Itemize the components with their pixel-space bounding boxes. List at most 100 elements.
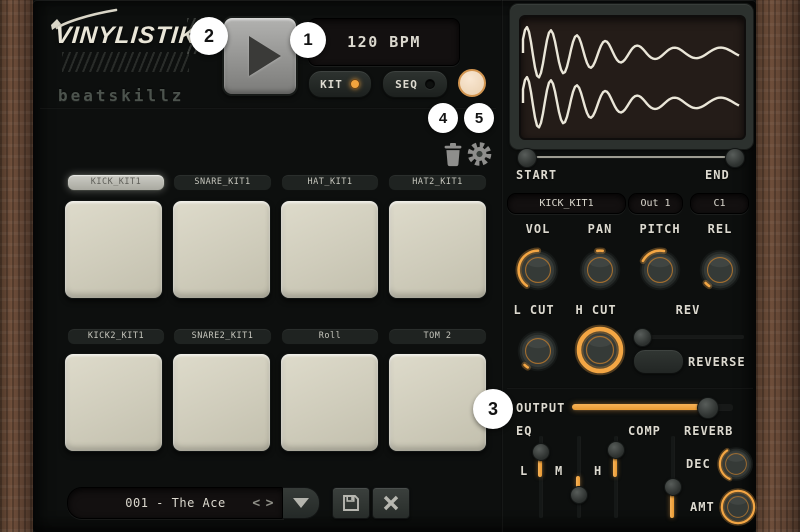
preset-name: 001 - The Ace [125,496,225,510]
pad-select-roll[interactable]: Roll [281,328,379,345]
rev-handle[interactable] [633,328,652,347]
hcut-knob[interactable] [574,324,626,380]
eq-high-label: H [594,464,602,478]
drum-pad-tom-2[interactable] [388,353,487,452]
comp-slider[interactable] [664,436,680,518]
start-label: START [516,168,557,182]
logo-hatch-under [62,52,189,72]
drum-pad-hat2-kit1[interactable] [388,200,487,299]
kit-tab-button[interactable]: KIT [308,70,372,98]
reverse-button[interactable] [633,349,684,374]
vinylistik-plugin-window: VINYLISTIK beatskillz 120 BPM KIT SEQ KI… [0,0,800,532]
wood-frame-right [756,0,800,532]
slider-thumb[interactable] [570,486,588,504]
delete-preset-button[interactable] [372,487,410,519]
waveform-left-channel [523,27,739,77]
pad-select-hat-kit1[interactable]: HAT_KIT1 [281,174,379,191]
rel-label: REL [690,222,750,236]
seq-tab-button[interactable]: SEQ [382,70,448,98]
output-fill [572,404,707,410]
eq-mid-label: M [555,464,563,478]
waveform-display [519,15,746,140]
logo-vinylistik: VINYLISTIK [54,22,198,50]
pan-label: PAN [570,222,630,236]
amt-label: AMT [690,500,715,514]
slider-thumb[interactable] [664,478,682,496]
vol-label: VOL [508,222,568,236]
kit-led [350,79,360,89]
drum-pad-hat-kit1[interactable] [280,200,379,299]
rev-slider[interactable] [633,327,746,345]
output-label: OUTPUT [516,401,565,415]
eq-mid-slider[interactable] [570,436,586,518]
preset-prev-arrow[interactable]: < [252,496,260,511]
drum-pad-snare2-kit1[interactable] [172,353,271,452]
seq-led [425,79,435,89]
bpm-display[interactable]: 120 BPM [308,18,460,66]
callout-2: 2 [190,17,228,55]
header-seam [40,107,496,109]
pad-select-tom-2[interactable]: TOM 2 [388,328,487,345]
rel-knob[interactable] [696,246,744,298]
drum-pad-roll[interactable] [280,353,379,452]
waveform-right-channel [523,77,739,127]
eq-low-label: L [520,464,528,478]
eq-label: EQ [516,424,532,438]
drum-pad-kick-kit1[interactable] [64,200,163,299]
pitch-knob[interactable] [636,246,684,298]
kit-tab-label: KIT [320,78,343,91]
save-preset-button[interactable] [332,487,370,519]
pad-select-kick2-kit1[interactable]: KICK2_KIT1 [67,328,165,345]
lcut-label: L CUT [504,303,564,317]
trim-track [526,156,734,158]
output-handle[interactable] [697,397,719,419]
preset-next-arrow[interactable]: > [266,496,274,511]
trim-range-slider[interactable] [517,146,743,168]
output-section-seam [507,387,753,389]
drum-pad-kick2-kit1[interactable] [64,353,163,452]
midi-note-display[interactable]: C1 [690,193,749,214]
reverb-amount-knob[interactable] [718,487,758,531]
rev-label: REV [658,303,718,317]
pan-knob[interactable] [576,246,624,298]
pad-select-snare-kit1[interactable]: SNARE_KIT1 [173,174,272,191]
pitch-label: PITCH [630,222,690,236]
trim-end-handle[interactable] [725,148,745,168]
dropdown-icon [293,498,309,508]
callout-4: 4 [428,103,458,133]
power-round-button[interactable] [458,69,486,97]
eq-low-slider[interactable] [532,436,548,518]
callout-1: 1 [290,22,326,58]
output-slider[interactable] [572,396,733,418]
output-route-display[interactable]: Out 1 [628,193,683,214]
eq-high-slider[interactable] [607,436,623,518]
reverb-label: REVERB [684,424,733,438]
reverse-label: REVERSE [688,355,746,369]
play-button[interactable] [222,16,298,96]
brand-beatskillz: beatskillz [58,86,184,105]
preset-dropdown-button[interactable] [282,487,320,519]
hcut-label: H CUT [566,303,626,317]
wood-frame-left [0,0,33,532]
drum-pad-snare-kit1[interactable] [172,200,271,299]
preset-display[interactable]: 001 - The Ace < > [67,487,284,519]
close-icon [382,494,400,512]
reverb-decay-knob[interactable] [716,444,756,488]
callout-3: 3 [473,389,513,429]
comp-label: COMP [628,424,661,438]
panel-divider [501,0,503,532]
lcut-knob[interactable] [514,327,562,379]
trash-icon[interactable] [443,142,463,167]
vol-knob[interactable] [514,246,562,298]
pad-select-snare2-kit1[interactable]: SNARE2_KIT1 [173,328,272,345]
pad-select-kick-kit1[interactable]: KICK_KIT1 [67,174,165,191]
play-icon [249,36,281,76]
gear-icon[interactable] [466,140,493,168]
sample-name-display[interactable]: KICK_KIT1 [507,193,626,214]
slider-thumb[interactable] [532,443,550,461]
trim-start-handle[interactable] [517,148,537,168]
waveform-svg [521,17,744,138]
rev-track [641,335,744,338]
pad-select-hat2-kit1[interactable]: HAT2_KIT1 [388,174,487,191]
slider-thumb[interactable] [607,441,625,459]
